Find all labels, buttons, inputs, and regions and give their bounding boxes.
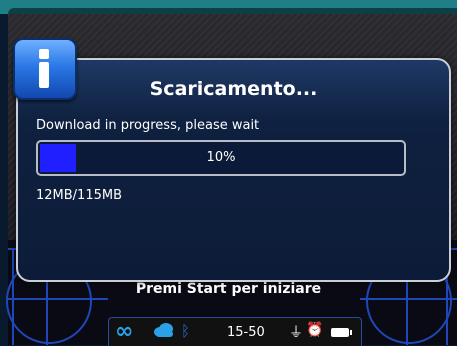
- grid-line: [8, 298, 108, 300]
- battery-icon: [331, 328, 352, 337]
- progress-label: 10%: [206, 150, 236, 165]
- clock: 15-50: [227, 325, 265, 340]
- download-size: 12MB/115MB: [36, 188, 123, 203]
- alarm-clock-icon: ⏰: [306, 322, 324, 338]
- info-icon: [13, 38, 77, 100]
- start-hint: Premi Start per iniziare: [135, 281, 322, 297]
- dialog-title: Scaricamento...: [149, 78, 318, 100]
- plug-icon: ⏚: [289, 325, 303, 341]
- grid-line: [360, 298, 457, 300]
- info-icon-dot: [39, 49, 49, 59]
- cloud-icon: [154, 323, 173, 337]
- info-icon-stem: [39, 62, 49, 88]
- download-dialog: Scaricamento... Download in progress, pl…: [16, 58, 451, 282]
- bluetooth-icon: ᛒ: [181, 322, 191, 340]
- infinity-logo-icon: ∞: [115, 319, 134, 344]
- dialog-message: Download in progress, please wait: [36, 118, 260, 133]
- status-bar: ∞ ᛒ 15-50 ⏚ ⏰: [108, 317, 362, 346]
- progress-bar: 10%: [36, 140, 406, 176]
- top-frame: [0, 0, 457, 14]
